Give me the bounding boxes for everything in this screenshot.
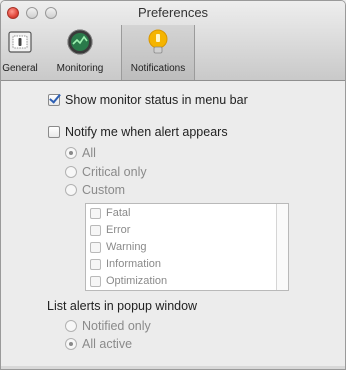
radio-custom-button[interactable] [65, 184, 77, 196]
custom-alert-list[interactable]: Fatal Error Warning Information Optimiza… [85, 203, 289, 291]
show-status-checkbox[interactable] [48, 94, 60, 106]
notify-alert-row[interactable]: Notify me when alert appears [48, 125, 228, 139]
list-item-label: Fatal [106, 207, 131, 219]
radio-all-active-label: All active [82, 337, 133, 351]
radio-notified-only-label: Notified only [82, 319, 151, 333]
toolbar-monitoring[interactable]: Monitoring [39, 25, 121, 80]
warning-checkbox[interactable] [90, 241, 101, 253]
toolbar-general-label: General [2, 63, 38, 74]
window-title: Preferences [137, 5, 209, 20]
radio-all-button[interactable] [65, 147, 77, 159]
toolbar-notifications[interactable]: Notifications [121, 25, 195, 80]
fatal-checkbox[interactable] [90, 207, 101, 219]
radio-notified-only[interactable]: Notified only [65, 319, 151, 333]
list-item-label: Information [106, 258, 162, 270]
notify-alert-checkbox[interactable] [48, 126, 60, 138]
list-item[interactable]: Fatal [90, 207, 130, 219]
show-status-row[interactable]: Show monitor status in menu bar [48, 93, 248, 107]
list-item[interactable]: Warning [90, 241, 147, 253]
toolbar-monitoring-label: Monitoring [56, 63, 104, 74]
error-checkbox[interactable] [90, 224, 101, 236]
radio-all-label: All [82, 146, 96, 160]
list-scrollbar[interactable] [276, 204, 288, 290]
radio-critical-label: Critical only [82, 165, 147, 179]
popup-heading: List alerts in popup window [47, 299, 198, 313]
list-item[interactable]: Optimization [90, 275, 167, 287]
list-item-label: Warning [106, 241, 147, 253]
notifications-pane: Show monitor status in menu bar Notify m… [1, 81, 345, 369]
preferences-window: Preferences General Monitoring Notificat… [0, 0, 346, 370]
bottom-edge [1, 366, 345, 369]
optimization-checkbox[interactable] [90, 275, 101, 287]
radio-custom-label: Custom [82, 183, 126, 197]
notify-alert-label: Notify me when alert appears [65, 125, 228, 139]
show-status-label: Show monitor status in menu bar [65, 93, 248, 107]
radio-notified-only-button[interactable] [65, 320, 77, 332]
radio-custom[interactable]: Custom [65, 183, 125, 197]
toolbar-general[interactable]: General [1, 25, 39, 80]
toolbar-notifications-label: Notifications [130, 63, 186, 74]
radio-all-active[interactable]: All active [65, 337, 132, 351]
radio-critical-button[interactable] [65, 166, 77, 178]
lightbulb-icon [143, 27, 173, 57]
list-item[interactable]: Error [90, 224, 130, 236]
title-bar: Preferences General Monitoring Notificat… [1, 1, 345, 81]
list-item-label: Error [106, 224, 131, 236]
radio-all-active-button[interactable] [65, 338, 77, 350]
radio-all[interactable]: All [65, 146, 96, 160]
switch-icon [5, 27, 35, 57]
list-item[interactable]: Information [90, 258, 161, 270]
information-checkbox[interactable] [90, 258, 101, 270]
radio-critical[interactable]: Critical only [65, 165, 147, 179]
gauge-icon [65, 27, 95, 57]
list-item-label: Optimization [106, 275, 168, 287]
